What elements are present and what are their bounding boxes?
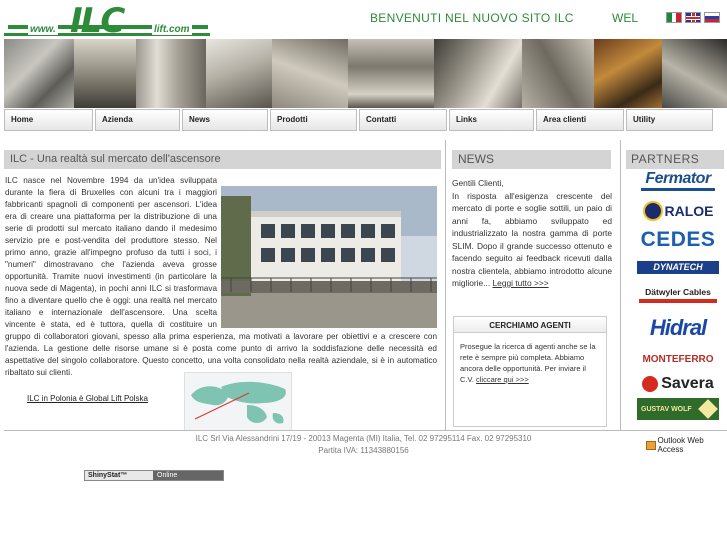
polska-link[interactable]: ILC in Polonia è Global Lift Polska (27, 394, 148, 403)
welcome-heading: BENVENUTI NEL NUOVO SITO ILC (370, 11, 574, 25)
main-navigation: Home Azienda News Prodotti Contatti Link… (4, 109, 727, 131)
intro-text-block: ILC nasce nel Novembre 1994 da un'idea s… (5, 175, 437, 379)
partner-logo-datwyler[interactable]: Dätwyler Cables (637, 286, 719, 306)
site-logo[interactable]: www. ILC lift.com (4, 4, 216, 38)
partner-logo-dynatech[interactable]: DYNATECH (637, 261, 719, 274)
nav-links[interactable]: Links (449, 109, 534, 131)
news-text-block: Gentili Clienti, In risposta all'esigenz… (452, 177, 612, 290)
partner-name: CEDES (640, 228, 716, 251)
intro-title: ILC - Una realtà sul mercato dell'ascens… (4, 150, 441, 169)
italian-flag-icon[interactable] (666, 12, 682, 23)
owa-label: Outlook Web Access (657, 436, 704, 454)
world-map-illustration (191, 381, 286, 424)
partner-underline (641, 188, 715, 191)
raloe-mark-icon (642, 201, 663, 221)
footer-vat: Partita IVA: 11343880156 (318, 446, 409, 455)
column-divider (620, 140, 621, 430)
nav-contatti[interactable]: Contatti (359, 109, 447, 131)
agents-box: CERCHIAMO AGENTI Prosegue la ricerca di … (453, 316, 607, 427)
agents-text: Prosegue la ricerca di agenti anche se l… (454, 333, 606, 385)
partner-underline (639, 299, 717, 303)
news-read-more-link[interactable]: Leggi tutto >>> (493, 278, 549, 288)
world-map-image (184, 372, 292, 431)
news-title: NEWS (452, 150, 611, 169)
company-building-photo (221, 186, 437, 328)
outlook-icon (646, 440, 656, 450)
partner-name: MONTEFERRO (642, 354, 714, 365)
nav-news[interactable]: News (182, 109, 268, 131)
logo-ilc: ILC (70, 1, 125, 41)
agents-title: CERCHIAMO AGENTI (454, 317, 606, 333)
footer-divider (4, 430, 727, 431)
shinystat-badge[interactable]: ShinyStat™ Online (84, 470, 224, 481)
partner-name: Savera (661, 375, 714, 392)
intro-section: ILC - Una realtà sul mercato dell'ascens… (4, 150, 441, 169)
news-body: In risposta all'esigenza crescente del m… (452, 190, 612, 289)
news-greeting: Gentili Clienti, (452, 178, 504, 188)
logo-lift: lift.com (152, 24, 192, 35)
logo-www: www. (28, 24, 58, 35)
partner-logo-hidral[interactable]: Hidral (637, 313, 719, 343)
nav-home[interactable]: Home (4, 109, 93, 131)
header-banner (4, 39, 727, 108)
shinystat-label: ShinyStat™ (85, 471, 153, 480)
shinystat-status: Online (153, 471, 223, 480)
company-building-illustration (221, 186, 437, 328)
partner-name: GUSTAV WOLF (641, 405, 692, 413)
welcome-ticker: WEL (612, 11, 639, 25)
column-divider (445, 140, 446, 430)
russian-flag-icon[interactable] (704, 12, 720, 23)
partner-logo-fermator[interactable]: Fermator (637, 170, 719, 194)
savera-mark-icon (642, 376, 659, 392)
nav-azienda[interactable]: Azienda (95, 109, 180, 131)
nav-area-clienti[interactable]: Area clienti (536, 109, 624, 131)
partner-name: DYNATECH (653, 262, 703, 272)
partner-logo-gustav-wolf[interactable]: GUSTAV WOLF (637, 398, 719, 420)
partner-logo-monteferro[interactable]: MONTEFERRO (637, 354, 719, 366)
language-selector (666, 12, 720, 23)
partner-logo-cedes[interactable]: CEDES (637, 228, 719, 252)
partner-name: Fermator (645, 170, 711, 187)
partner-name: Dätwyler Cables (645, 287, 711, 297)
footer: ILC Srl Via Alessandrini 17/19 - 20013 M… (0, 433, 727, 457)
outlook-web-access-link[interactable]: Outlook Web Access (646, 436, 727, 454)
partner-logo-savera[interactable]: Savera (637, 374, 719, 394)
nav-prodotti[interactable]: Prodotti (270, 109, 357, 131)
partners-title: PARTNERS (626, 150, 724, 169)
nav-utility[interactable]: Utility (626, 109, 713, 131)
footer-address: ILC Srl Via Alessandrini 17/19 - 20013 M… (195, 434, 532, 443)
partner-logo-raloe[interactable]: RALOE (637, 198, 719, 224)
partner-name: RALOE (664, 203, 714, 219)
partner-name: Hidral (649, 315, 707, 340)
uk-flag-icon[interactable] (685, 12, 701, 23)
gustav-wolf-emblem-icon (698, 399, 718, 419)
agents-click-here-link[interactable]: cliccare qui >>> (476, 375, 529, 384)
